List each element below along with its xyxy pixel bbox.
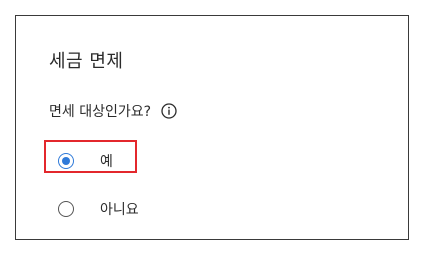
option-no[interactable]: 아니요 <box>58 199 139 219</box>
info-icon[interactable] <box>161 103 177 119</box>
option-yes[interactable]: 예 <box>58 151 113 171</box>
option-yes-label: 예 <box>100 154 113 170</box>
question-row: 면세 대상인가요? <box>49 101 177 121</box>
option-no-label: 아니요 <box>100 202 139 218</box>
tax-exemption-card: 세금 면제 면세 대상인가요? 예 아니요 <box>15 15 409 240</box>
radio-no[interactable] <box>58 201 74 217</box>
question-label: 면세 대상인가요? <box>49 104 152 120</box>
dialog-title: 세금 면제 <box>49 51 124 72</box>
radio-yes[interactable] <box>58 153 74 169</box>
